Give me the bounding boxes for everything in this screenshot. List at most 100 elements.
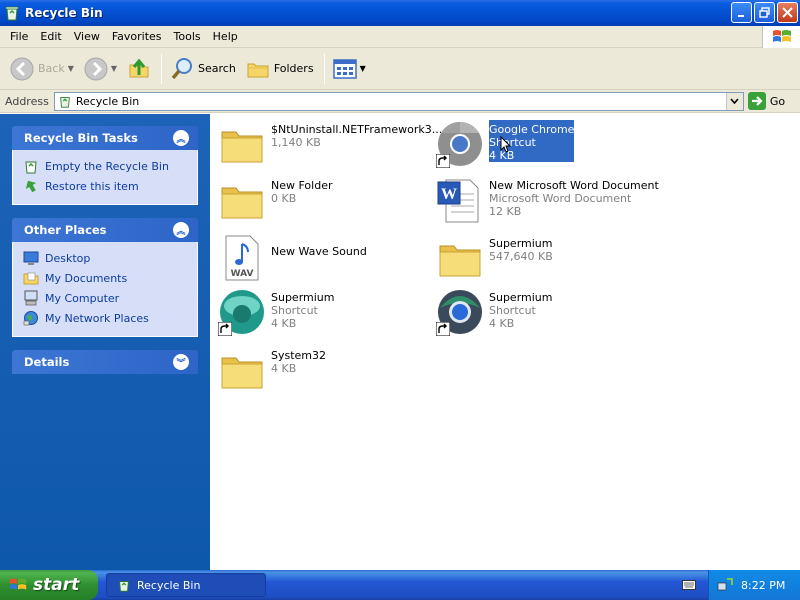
menu-file[interactable]: File <box>4 28 34 45</box>
minimize-button[interactable] <box>731 2 752 23</box>
word-document-icon: W <box>437 179 479 223</box>
other-places-panel: Other Places ︽ Desktop My Documents My C… <box>12 218 198 337</box>
details-header[interactable]: Details ︾ <box>12 350 198 374</box>
restore-item-link[interactable]: Restore this item <box>23 176 187 196</box>
chevron-down-icon[interactable]: ︾ <box>173 354 189 370</box>
file-item[interactable]: Supermium 547,640 KB <box>436 234 648 282</box>
file-list[interactable]: $NtUninstall.NETFramework3.... 1,140 KB … <box>210 114 800 570</box>
chevron-down-icon <box>730 98 739 104</box>
chevron-up-icon[interactable]: ︽ <box>173 222 189 238</box>
my-network-places-icon <box>23 311 38 326</box>
go-label: Go <box>769 94 786 108</box>
forward-button[interactable]: ▼ <box>80 52 121 86</box>
file-size: 4 KB <box>271 362 297 375</box>
menu-view[interactable]: View <box>68 28 106 45</box>
file-item[interactable]: System32 4 KB <box>218 346 430 394</box>
my-documents-link[interactable]: My Documents <box>23 268 187 288</box>
search-button[interactable]: Search <box>166 52 240 86</box>
link-label: My Documents <box>45 271 128 285</box>
empty-recycle-bin-link[interactable]: Empty the Recycle Bin <box>23 156 187 176</box>
folder-icon <box>221 357 263 389</box>
folders-button[interactable]: Folders <box>242 52 318 86</box>
network-tray-icon[interactable] <box>717 577 733 593</box>
file-name: New Wave Sound <box>271 245 367 258</box>
views-button[interactable]: ▼ <box>329 52 370 86</box>
close-button[interactable] <box>777 2 798 23</box>
maximize-button[interactable] <box>754 2 775 23</box>
folder-icon <box>221 187 263 219</box>
file-item[interactable]: $NtUninstall.NETFramework3.... 1,140 KB <box>218 120 446 168</box>
taskbar-item-recycle-bin[interactable]: Recycle Bin <box>106 573 266 597</box>
back-arrow-icon <box>10 57 34 80</box>
menu-favorites[interactable]: Favorites <box>106 28 168 45</box>
back-dropdown-icon[interactable]: ▼ <box>68 64 74 73</box>
panel-title: Details <box>24 355 70 369</box>
address-bar: Address Recycle Bin Go <box>0 90 800 113</box>
search-icon <box>171 57 193 79</box>
file-type: Shortcut <box>271 304 318 317</box>
file-size: 12 KB <box>489 205 522 218</box>
link-label: Desktop <box>45 251 91 265</box>
taskbar-item-label: Recycle Bin <box>137 578 201 592</box>
file-item[interactable]: Supermium Shortcut 4 KB <box>436 288 648 336</box>
recycle-bin-icon <box>119 581 129 592</box>
my-computer-link[interactable]: My Computer <box>23 288 187 308</box>
file-name: Supermium <box>489 237 553 250</box>
start-button[interactable]: start <box>0 570 98 600</box>
clock[interactable]: 8:22 PM <box>741 579 785 592</box>
chevron-up-icon[interactable]: ︽ <box>173 130 189 146</box>
restore-arrow-icon <box>25 180 37 193</box>
forward-arrow-icon <box>84 57 108 80</box>
address-input[interactable]: Recycle Bin <box>53 91 744 111</box>
menu-help[interactable]: Help <box>207 28 244 45</box>
menu-edit[interactable]: Edit <box>34 28 67 45</box>
file-name: New Microsoft Word Document <box>489 179 659 192</box>
wav-file-icon: WAV <box>225 235 259 281</box>
svg-text:W: W <box>441 186 457 203</box>
my-computer-icon <box>24 290 38 306</box>
file-size: 1,140 KB <box>271 136 321 149</box>
file-item[interactable]: WAV New Wave Sound <box>218 234 430 282</box>
close-icon <box>782 7 793 18</box>
empty-recycle-bin-icon <box>25 161 37 174</box>
go-button[interactable]: Go <box>747 92 786 110</box>
shortcut-arrow-icon <box>436 322 450 336</box>
recycle-bin-tasks-panel: Recycle Bin Tasks ︽ Empty the Recycle Bi… <box>12 126 198 205</box>
title-bar[interactable]: Recycle Bin <box>0 0 800 26</box>
toolbar-separator <box>323 53 325 84</box>
keyboard-icon[interactable] <box>682 579 696 591</box>
address-value: Recycle Bin <box>75 94 140 108</box>
file-size: 4 KB <box>489 317 515 330</box>
search-label: Search <box>198 62 236 75</box>
file-item[interactable]: W New Microsoft Word Document Microsoft … <box>436 176 736 224</box>
my-network-places-link[interactable]: My Network Places <box>23 308 187 328</box>
taskbar: start Recycle Bin 8:22 PM <box>0 570 800 600</box>
back-button[interactable]: Back ▼ <box>6 52 78 86</box>
file-size: 4 KB <box>271 317 297 330</box>
menu-tools[interactable]: Tools <box>168 28 207 45</box>
desktop-link[interactable]: Desktop <box>23 248 187 268</box>
shortcut-arrow-icon <box>436 154 450 168</box>
panel-title: Other Places <box>24 223 107 237</box>
file-type: Microsoft Word Document <box>489 192 632 205</box>
views-dropdown-icon[interactable]: ▼ <box>360 64 366 73</box>
file-size: 547,640 KB <box>489 250 553 263</box>
mouse-cursor-icon <box>500 136 512 153</box>
views-icon <box>332 58 357 79</box>
file-item[interactable]: Google Chrome Shortcut 4 KB <box>436 120 648 168</box>
other-places-header[interactable]: Other Places ︽ <box>12 218 198 242</box>
file-name: Google Chrome <box>489 123 575 136</box>
address-dropdown-button[interactable] <box>725 92 743 110</box>
link-label: My Computer <box>45 291 120 305</box>
folder-icon <box>439 245 481 277</box>
recycle-bin-tasks-header[interactable]: Recycle Bin Tasks ︽ <box>12 126 198 150</box>
link-label: My Network Places <box>45 311 149 325</box>
menu-bar: File Edit View Favorites Tools Help <box>0 26 800 48</box>
address-label: Address <box>5 94 49 108</box>
file-name: Supermium <box>489 291 553 304</box>
file-item[interactable]: New Folder 0 KB <box>218 176 430 224</box>
window-title: Recycle Bin <box>25 6 103 20</box>
file-item[interactable]: Supermium Shortcut 4 KB <box>218 288 430 336</box>
up-folder-button[interactable] <box>123 52 155 86</box>
forward-dropdown-icon[interactable]: ▼ <box>111 64 117 73</box>
